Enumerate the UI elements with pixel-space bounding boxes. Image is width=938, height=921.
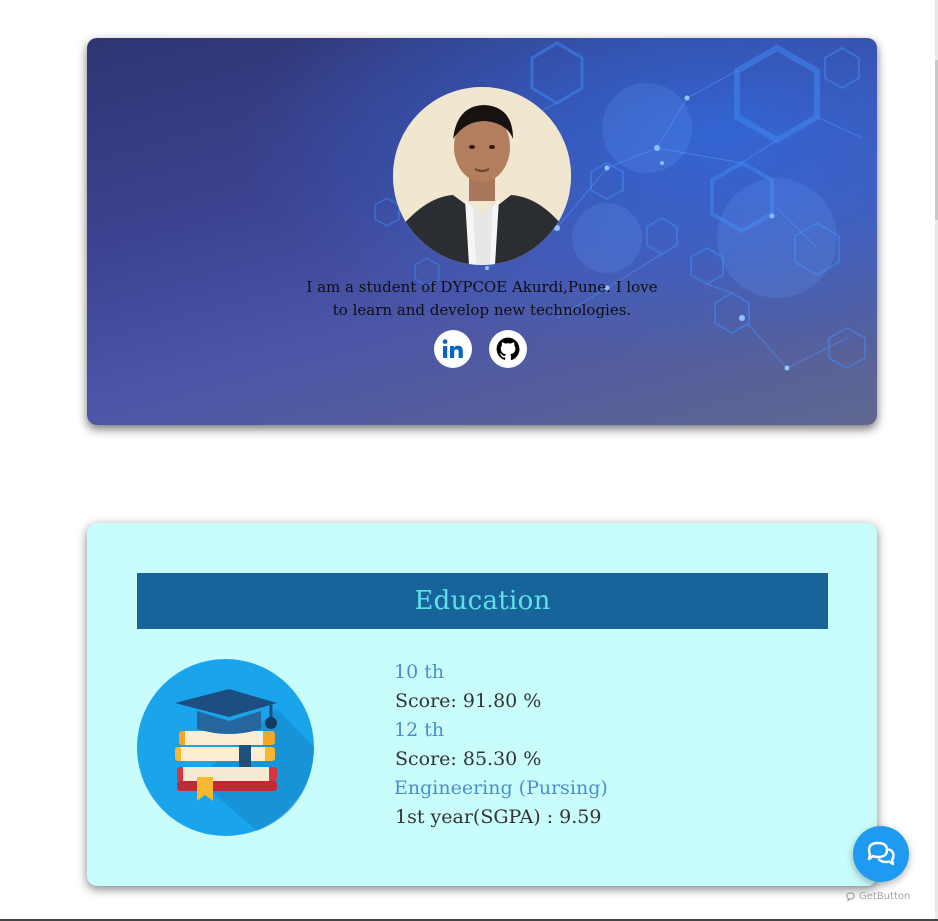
github-link[interactable]	[489, 330, 527, 368]
profile-bio: I am a student of DYPCOE Akurdi,Pune. I …	[306, 278, 658, 319]
getbutton-logo-icon	[846, 891, 855, 902]
education-score: Score: 85.30 %	[395, 748, 542, 770]
chat-widget-button[interactable]	[853, 826, 909, 882]
getbutton-label: GetButton	[859, 891, 911, 902]
education-entry-engineering: Engineering (Pursing) 1st year(SGPA) : 9…	[394, 774, 608, 832]
education-list: 10 th Score: 91.80 % 12 th Score: 85.30 …	[394, 658, 608, 832]
education-score: 1st year(SGPA) : 9.59	[395, 806, 602, 828]
education-title: Education	[414, 586, 551, 616]
chat-bubbles-icon	[867, 841, 895, 866]
github-icon	[496, 337, 520, 361]
linkedin-link[interactable]	[434, 330, 472, 368]
education-entry-12th: 12 th Score: 85.30 %	[394, 716, 608, 774]
education-entry-10th: 10 th Score: 91.80 %	[394, 658, 608, 716]
getbutton-brand[interactable]: GetButton	[846, 889, 921, 904]
education-header: Education	[137, 573, 828, 629]
education-score: Score: 91.80 %	[395, 690, 542, 712]
profile-card: I am a student of DYPCOE Akurdi,Pune. I …	[87, 38, 877, 425]
graduation-books-icon	[137, 659, 314, 836]
education-card: Education 10 th Score: 91.80 % 12 th Sco…	[87, 523, 877, 886]
profile-avatar	[393, 87, 571, 265]
education-level: 10 th	[394, 661, 445, 683]
education-level: 12 th	[394, 719, 445, 741]
education-level: Engineering (Pursing)	[394, 777, 608, 799]
linkedin-icon	[442, 339, 463, 358]
